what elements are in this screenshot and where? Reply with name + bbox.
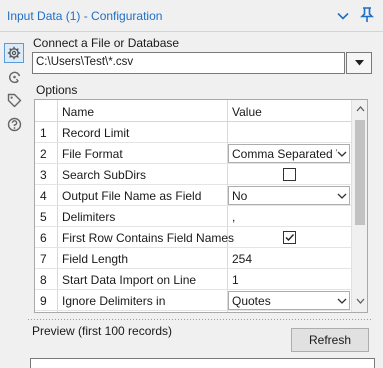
row-number: 7 — [40, 252, 47, 266]
option-name: Delimiters — [62, 210, 116, 224]
window-title: Input Data (1) - Configuration — [7, 9, 163, 23]
option-name: Ignore Delimiters in — [62, 294, 166, 308]
row-number: 2 — [40, 147, 47, 161]
option-row-field-length[interactable]: 7 Field Length 254 — [35, 248, 351, 269]
chevron-down-icon[interactable] — [337, 10, 349, 22]
option-row-start-import-line[interactable]: 8 Start Data Import on Line 1 — [35, 269, 351, 290]
panel-splitter[interactable] — [28, 318, 373, 322]
gear-icon[interactable] — [4, 43, 24, 63]
preview-grid — [30, 358, 375, 368]
annotation-icon[interactable] — [4, 67, 24, 87]
delimiters-value[interactable]: , — [232, 210, 235, 224]
dropdown-value: No — [232, 189, 248, 203]
help-icon[interactable] — [4, 114, 24, 134]
option-row-delimiters[interactable]: 5 Delimiters , — [35, 206, 351, 227]
row-number: 6 — [40, 231, 47, 245]
option-row-record-limit[interactable]: 1 Record Limit — [35, 122, 351, 143]
grid-header: Name Value — [35, 100, 351, 122]
file-browse-dropdown[interactable] — [346, 52, 372, 74]
header-name: Name — [62, 105, 95, 119]
row-number: 8 — [40, 273, 47, 287]
option-row-first-row-field-names[interactable]: 6 First Row Contains Field Names — [35, 227, 351, 248]
option-name: Record Limit — [62, 126, 130, 140]
chevron-down-icon — [337, 191, 347, 201]
option-name: First Row Contains Field Names — [62, 231, 235, 245]
options-label: Options — [36, 83, 78, 97]
option-row-search-subdirs[interactable]: 3 Search SubDirs — [35, 164, 351, 185]
scrollbar-thumb[interactable] — [355, 120, 365, 225]
ignore-delimiters-dropdown[interactable]: Quotes — [228, 291, 350, 310]
row-number: 4 — [40, 189, 47, 203]
header-value: Value — [232, 105, 262, 119]
chevron-down-icon — [337, 296, 347, 306]
dropdown-value: Quotes — [232, 294, 271, 308]
checkmark-icon — [285, 234, 295, 242]
row-number: 5 — [40, 210, 47, 224]
drag-dots-icon[interactable] — [7, 36, 21, 47]
options-scrollbar[interactable] — [351, 100, 368, 312]
title-bar: Input Data (1) - Configuration — [0, 0, 383, 32]
first-row-field-names-checkbox[interactable] — [283, 231, 296, 244]
pin-icon[interactable] — [360, 7, 374, 23]
tag-icon[interactable] — [4, 90, 24, 110]
config-rail — [0, 33, 28, 368]
connect-label: Connect a File or Database — [33, 36, 180, 50]
option-name: Search SubDirs — [62, 168, 147, 182]
file-path-input[interactable]: C:\Users\Test\*.csv — [32, 52, 345, 74]
start-import-line-value[interactable]: 1 — [232, 273, 239, 287]
row-number: 3 — [40, 168, 47, 182]
chevron-down-icon — [337, 149, 347, 159]
option-row-ignore-delimiters[interactable]: 9 Ignore Delimiters in Quotes — [35, 290, 351, 311]
row-number: 9 — [40, 294, 47, 308]
option-name: Field Length — [62, 252, 129, 266]
scroll-down-icon[interactable] — [352, 294, 368, 308]
option-name: Output File Name as Field — [62, 189, 202, 203]
field-length-value[interactable]: 254 — [232, 252, 252, 266]
search-subdirs-checkbox[interactable] — [283, 168, 296, 181]
output-file-name-dropdown[interactable]: No — [228, 186, 350, 205]
dropdown-value: Comma Separated V — [232, 147, 345, 161]
file-format-dropdown[interactable]: Comma Separated V — [228, 144, 350, 163]
preview-label: Preview (first 100 records) — [32, 324, 173, 338]
refresh-button[interactable]: Refresh — [291, 328, 369, 352]
row-number: 1 — [40, 126, 47, 140]
option-name: File Format — [62, 147, 123, 161]
option-name: Start Data Import on Line — [62, 273, 197, 287]
option-row-output-file-name[interactable]: 4 Output File Name as Field No — [35, 185, 351, 206]
option-row-file-format[interactable]: 2 File Format Comma Separated V — [35, 143, 351, 164]
caret-down-icon — [354, 60, 364, 66]
scroll-up-icon[interactable] — [352, 102, 368, 116]
options-grid: Name Value 1 Record Limit 2 File Format … — [34, 99, 368, 313]
